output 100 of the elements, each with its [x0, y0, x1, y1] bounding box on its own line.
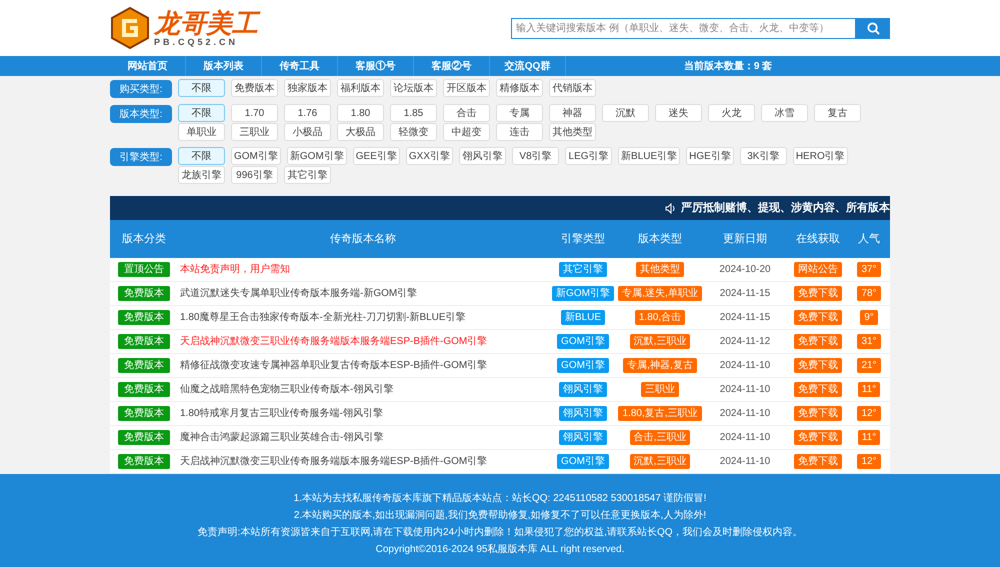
column-header: 在线获取 [796, 232, 840, 247]
version-link[interactable]: 魔神合击鸿蒙起源篇三职业英雄合击-翎风引擎 [178, 430, 548, 445]
filter-option[interactable]: 神器 [549, 104, 596, 122]
footer-text: 2.本站购买的版本,如出现漏洞问题,我们免费帮助修复,如修复不了可以任意更换版本,人为除外! [294, 508, 706, 522]
nav-link[interactable]: 版本列表 [186, 56, 262, 76]
date-text: 2024-11-12 [720, 335, 770, 349]
date-text: 2024-11-10 [720, 455, 770, 469]
filter-option[interactable]: 连击 [496, 123, 543, 141]
column-header: 人气 [858, 232, 880, 247]
popularity-badge: 21° [857, 358, 881, 373]
type-badge: 三职业 [641, 382, 679, 397]
filter-option[interactable]: 合击 [443, 104, 490, 122]
category-badge: 免费版本 [118, 382, 170, 397]
version-link[interactable]: 仙魔之战暗黑特色宠物三职业传奇版本-翎风引擎 [178, 382, 548, 397]
version-link[interactable]: 精修征战微变攻速专属神器单职业复古传奇版本ESP-B插件-GOM引擎 [178, 358, 548, 373]
filter-option[interactable]: GEE引擎 [352, 147, 400, 165]
nav-link[interactable]: 传奇工具 [262, 56, 338, 76]
date-text: 2024-11-15 [720, 287, 770, 301]
category-badge: 免费版本 [118, 406, 170, 421]
version-link[interactable]: 本站免责声明，用户需知 [178, 262, 548, 277]
filter-option[interactable]: 小极品 [284, 123, 331, 141]
filter-option[interactable]: HGE引擎 [686, 147, 734, 165]
filter-label: 版本类型: [110, 105, 172, 123]
engine-badge: 新GOM引擎 [552, 286, 614, 301]
search-field[interactable]: 输入关键词搜索版本 例（单职业、迷失、微变、合击、火龙、中变等） [511, 18, 856, 38]
speaker-icon [665, 202, 677, 214]
filter-option[interactable]: 单职业 [178, 123, 225, 141]
filter-option[interactable]: 开区版本 [443, 79, 490, 97]
popularity-badge: 11° [858, 430, 880, 445]
search-button[interactable] [856, 18, 890, 38]
category-badge: 置顶公告 [118, 262, 170, 277]
filter-option[interactable]: 不限 [178, 79, 225, 97]
filter-option[interactable]: 不限 [178, 147, 225, 165]
filter-option[interactable]: 复古 [814, 104, 861, 122]
nav-link[interactable]: 网站首页 [110, 56, 186, 76]
filter-option[interactable]: V8引擎 [512, 147, 560, 165]
engine-badge: 翎风引擎 [559, 382, 607, 397]
version-link[interactable]: 天启战神沉默微变三职业传奇服务端版本服务端ESP-B插件-GOM引擎 [178, 454, 548, 469]
filter-option[interactable]: 新GOM引擎 [286, 147, 347, 165]
engine-badge: GOM引擎 [557, 334, 609, 349]
filter-option[interactable]: 其他类型 [549, 123, 596, 141]
nav-link[interactable]: 当前版本数量：9 套 [566, 56, 890, 76]
engine-badge: 其它引擎 [559, 262, 607, 277]
logo-subtitle: PB.CQ52.CN [154, 37, 240, 47]
filter-option[interactable]: 中超变 [443, 123, 490, 141]
notice-text: 严厉抵制赌博、提现、涉黄内容、所有版本 [681, 200, 890, 216]
date-text: 2024-11-10 [720, 431, 770, 445]
filter-option[interactable]: 996引擎 [231, 166, 278, 184]
filter-option[interactable]: 1.70 [231, 104, 278, 122]
filter-option[interactable]: 火龙 [708, 104, 755, 122]
nav-link[interactable]: 交流QQ群 [490, 56, 566, 76]
filter-option[interactable]: 1.76 [284, 104, 331, 122]
filter-option[interactable]: 三职业 [231, 123, 278, 141]
filter-option[interactable]: 龙族引擎 [178, 166, 225, 184]
filter-option[interactable]: 3K引擎 [740, 147, 787, 165]
column-header: 版本类型 [638, 232, 682, 247]
type-badge: 合击,三职业 [630, 430, 690, 445]
nav-link[interactable]: 客服②号 [414, 56, 490, 76]
filter-option[interactable]: HERO引擎 [792, 147, 848, 165]
filter-option[interactable]: 免费版本 [231, 79, 278, 97]
category-badge: 免费版本 [118, 286, 170, 301]
filter-option[interactable]: 精修版本 [496, 79, 543, 97]
filter-option[interactable]: 新BLUE引擎 [618, 147, 680, 165]
filter-option[interactable]: GOM引擎 [231, 147, 281, 165]
filter-option[interactable]: LEG引擎 [565, 147, 612, 165]
version-link[interactable]: 天启战神沉默微变三职业传奇服务端版本服务端ESP-B插件-GOM引擎 [178, 334, 548, 349]
filter-option[interactable]: 翎风引擎 [459, 147, 506, 165]
filter-option[interactable]: 福利版本 [337, 79, 384, 97]
column-header: 引擎类型 [561, 232, 605, 247]
filter-option[interactable]: 代销版本 [549, 79, 596, 97]
filter-option[interactable]: 轻微变 [390, 123, 437, 141]
filter-option[interactable]: 专属 [496, 104, 543, 122]
filter-option[interactable]: 论坛版本 [390, 79, 437, 97]
engine-badge: GOM引擎 [557, 358, 609, 373]
filter-option[interactable]: 其它引擎 [284, 166, 331, 184]
filter-option[interactable]: 1.80 [337, 104, 384, 122]
date-text: 2024-10-20 [719, 263, 771, 277]
column-header: 版本分类 [122, 232, 166, 247]
category-badge: 免费版本 [118, 310, 170, 325]
popularity-badge: 12° [857, 454, 881, 469]
filter-label: 引擎类型: [110, 148, 172, 166]
version-link[interactable]: 1.80特戒寒月复古三职业传奇服务端-翎风引擎 [178, 406, 548, 421]
filter-option[interactable]: 冰雪 [761, 104, 808, 122]
filter-option[interactable]: 大极品 [337, 123, 384, 141]
filter-option[interactable]: 1.85 [390, 104, 437, 122]
filter-option[interactable]: GXX引擎 [406, 147, 454, 165]
filter-option[interactable]: 不限 [178, 104, 225, 122]
type-badge: 沉默,三职业 [630, 454, 690, 469]
version-link[interactable]: 武道沉默迷失专属单职业传奇版本服务端-新GOM引擎 [178, 286, 548, 301]
category-badge: 免费版本 [118, 454, 170, 469]
filter-option[interactable]: 沉默 [602, 104, 649, 122]
filter-option[interactable]: 迷失 [655, 104, 702, 122]
filter-label: 购买类型: [110, 80, 172, 98]
popularity-badge: 31° [857, 334, 881, 349]
popularity-badge: 9° [860, 310, 878, 325]
nav-link[interactable]: 客服①号 [338, 56, 414, 76]
version-link[interactable]: 1.80魔尊星王合击独家传奇版本-全新光柱-刀刀切割-新BLUE引擎 [178, 310, 548, 325]
filter-option[interactable]: 独家版本 [284, 79, 331, 97]
engine-badge: 翎风引擎 [559, 430, 607, 445]
date-text: 2024-11-10 [720, 359, 770, 373]
